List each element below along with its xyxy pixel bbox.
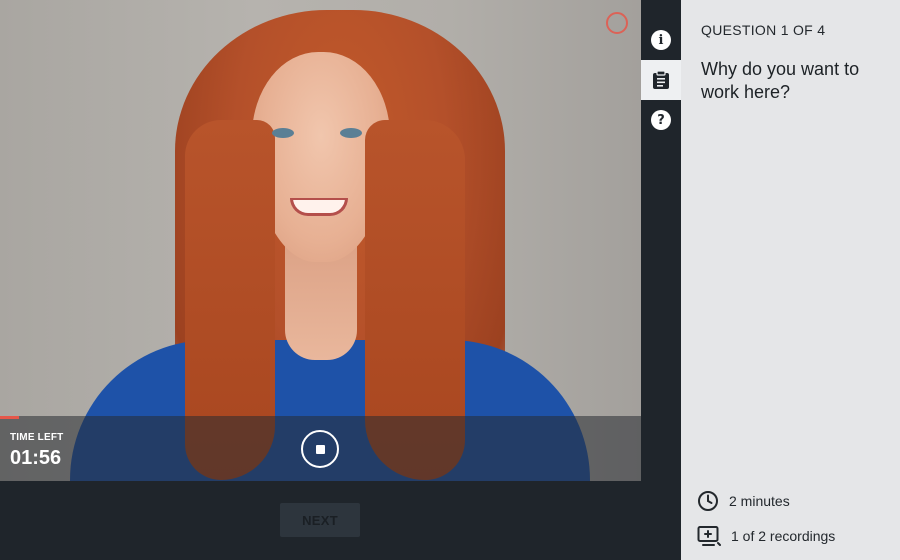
- clipboard-icon: [653, 70, 669, 89]
- recording-progress-bar: [0, 416, 19, 419]
- recording-indicator-icon: [606, 12, 628, 34]
- question-text: Why do you want to work here?: [701, 59, 860, 102]
- recordings-icon: [697, 526, 721, 546]
- side-icon-rail: i ?: [641, 0, 681, 560]
- question-counter: QUESTION 1 OF 4: [701, 22, 826, 38]
- person-eye-left: [272, 128, 294, 138]
- person-eye-right: [340, 128, 362, 138]
- question-panel: QUESTION 1 OF 4 Why do you want to work …: [681, 0, 900, 560]
- next-button[interactable]: NEXT: [280, 503, 360, 537]
- help-tab[interactable]: ?: [641, 100, 681, 140]
- duration-row: 2 minutes: [697, 490, 790, 512]
- duration-text: 2 minutes: [729, 493, 790, 509]
- recordings-row: 1 of 2 recordings: [697, 525, 835, 547]
- stop-recording-button[interactable]: [301, 430, 339, 468]
- person-mouth: [290, 198, 348, 216]
- recordings-text: 1 of 2 recordings: [731, 528, 836, 544]
- video-preview: [0, 0, 641, 481]
- question-tab[interactable]: [641, 60, 681, 100]
- info-tab[interactable]: i: [641, 20, 681, 60]
- info-icon: i: [651, 30, 671, 50]
- stop-icon: [316, 445, 325, 454]
- time-left-value: 01:56: [10, 447, 62, 469]
- clock-icon: [698, 491, 718, 511]
- help-icon: ?: [651, 110, 671, 130]
- time-left-label: TIME LEFT: [10, 432, 64, 443]
